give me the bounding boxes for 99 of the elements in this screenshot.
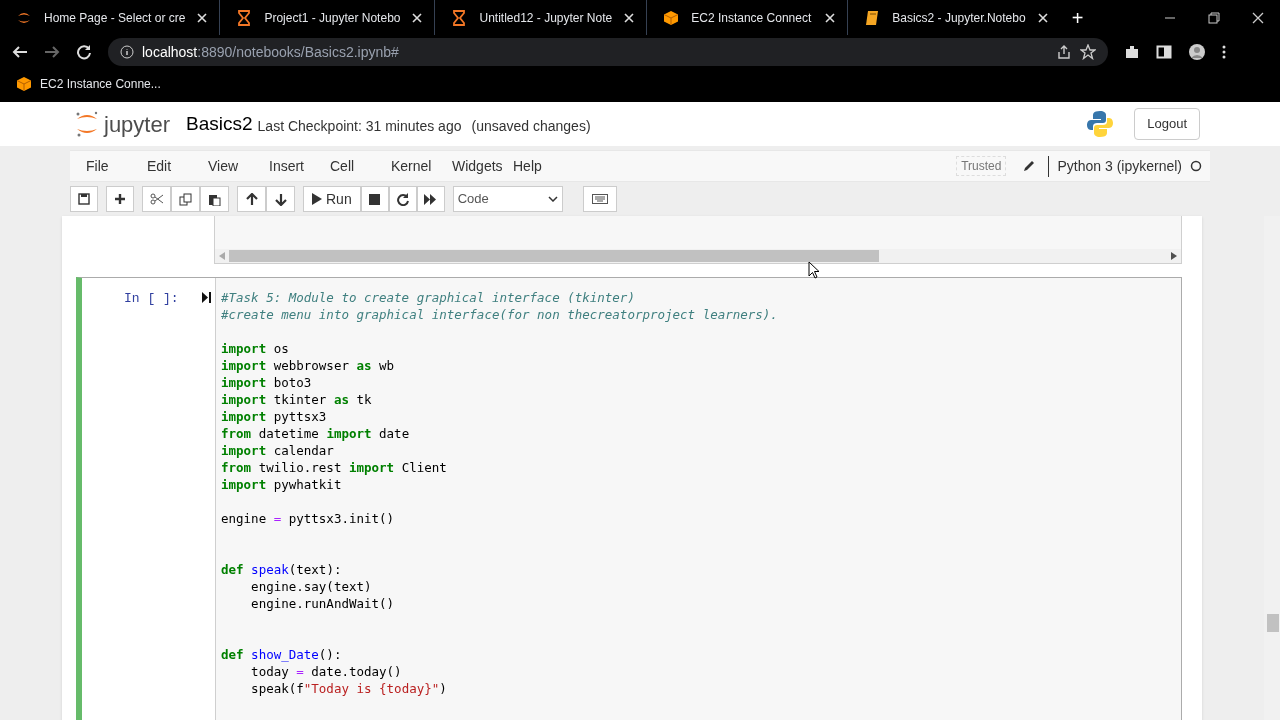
code-line: from datetime import date: [221, 425, 410, 442]
code-line: engine = pyttsx3.init(): [221, 510, 395, 527]
code-line: engine.runAndWait(): [250, 595, 395, 612]
star-icon[interactable]: [1080, 43, 1096, 60]
code-line: import webbrowser as wb: [221, 357, 395, 374]
run-cell-icon[interactable]: [202, 292, 211, 303]
arrow-down-icon: [274, 192, 287, 206]
jupyter-logo-text: jupyter: [104, 110, 171, 139]
stop-icon: [369, 193, 381, 205]
back-icon[interactable]: [12, 43, 28, 60]
share-icon[interactable]: [1056, 43, 1072, 60]
browser-tab[interactable]: Project1 - Jupyter Notebo: [219, 0, 435, 35]
hourglass-icon: [236, 9, 253, 26]
close-tab-icon[interactable]: [197, 12, 208, 23]
menu-item[interactable]: Kernel: [383, 151, 440, 181]
scissors-icon: [149, 193, 164, 205]
code-line: def show_Date():: [221, 646, 342, 663]
browser-tab[interactable]: EC2 Instance Connect: [646, 0, 848, 35]
vertical-scrollbar-thumb[interactable]: [1267, 614, 1279, 632]
play-icon: [312, 193, 322, 205]
close-tab-icon[interactable]: [412, 12, 423, 23]
keyboard-icon: [591, 194, 608, 204]
code-line: engine.say(text): [250, 578, 372, 595]
run-button[interactable]: Run: [303, 186, 361, 212]
new-tab-button[interactable]: +: [1071, 7, 1084, 28]
bookmark[interactable]: EC2 Instance Conne...: [16, 75, 161, 93]
menu-item[interactable]: Cell: [322, 151, 379, 181]
cell-prompt: In [ ]:: [124, 290, 179, 308]
horizontal-scrollbar[interactable]: [215, 249, 1181, 263]
menu-item[interactable]: Widgets: [444, 151, 501, 181]
code-line: today = date.today(): [250, 663, 402, 680]
scroll-right-icon[interactable]: [1171, 252, 1177, 260]
jupyter-logo-icon: [74, 110, 100, 138]
paste-icon: [208, 192, 221, 206]
code-line: import pyttsx3: [221, 408, 327, 425]
restart-button[interactable]: [388, 186, 417, 212]
hourglass-icon: [451, 9, 468, 26]
arrow-up-icon: [245, 192, 258, 206]
keyboard-shortcuts-button[interactable]: [582, 186, 617, 212]
puzzle-icon[interactable]: [1124, 43, 1140, 60]
unsaved-changes-text: (unsaved changes): [471, 117, 591, 136]
add-cell-button[interactable]: [106, 186, 134, 212]
browser-tab[interactable]: Home Page - Select or cre: [0, 0, 220, 35]
browser-tab[interactable]: Untitled12 - Jupyter Note: [434, 0, 647, 35]
menu-item[interactable]: Insert: [261, 151, 318, 181]
restart-icon: [396, 192, 410, 206]
cube-icon: [663, 9, 680, 26]
cut-button[interactable]: [142, 186, 171, 212]
close-icon[interactable]: [1252, 11, 1264, 24]
menu-item[interactable]: Edit: [139, 151, 196, 181]
url-text: localhost:8890/notebooks/Basics2.ipynb#: [142, 42, 399, 62]
copy-icon: [179, 192, 192, 206]
cell-type-dropdown[interactable]: Code: [452, 186, 563, 212]
save-button[interactable]: [70, 186, 98, 212]
kernel-idle-icon: [1190, 160, 1202, 172]
interrupt-button[interactable]: [360, 186, 389, 212]
cube-icon: [16, 76, 32, 92]
sidebar-icon[interactable]: [1156, 43, 1172, 60]
scrollbar-thumb[interactable]: [229, 250, 879, 262]
move-up-button[interactable]: [237, 186, 266, 212]
paste-button[interactable]: [200, 186, 229, 212]
info-icon: [120, 44, 134, 59]
menu-item[interactable]: View: [200, 151, 257, 181]
plus-icon: [114, 193, 126, 205]
chevron-down-icon: [547, 196, 558, 202]
code-line: import boto3: [221, 374, 312, 391]
python-logo-icon: [1086, 110, 1115, 138]
more-icon[interactable]: [1222, 43, 1226, 60]
code-line: #create menu into graphical interface(for non thecreatorproject learners).: [221, 306, 778, 323]
menu-item[interactable]: File: [78, 151, 135, 181]
browser-tab[interactable]: Basics2 - Jupyter.Notebo: [847, 0, 1060, 35]
restore-icon[interactable]: [1208, 11, 1220, 24]
save-icon: [78, 193, 90, 205]
menu-item[interactable]: Help: [505, 151, 562, 181]
address-bar[interactable]: localhost:8890/notebooks/Basics2.ipynb#: [108, 37, 1108, 66]
code-line: from twilio.rest import Client: [221, 459, 447, 476]
code-line: import tkinter as tk: [221, 391, 372, 408]
logout-button[interactable]: Logout: [1134, 108, 1200, 140]
notebook-name[interactable]: Basics2: [186, 109, 253, 139]
code-line: import pywhatkit: [221, 476, 342, 493]
close-tab-icon[interactable]: [624, 12, 635, 23]
book-icon: [864, 9, 881, 26]
run-all-button[interactable]: [416, 186, 445, 212]
forward-icon[interactable]: [44, 43, 60, 60]
checkpoint-text: Last Checkpoint: 31 minutes ago: [257, 117, 462, 136]
profile-icon[interactable]: [1188, 42, 1206, 61]
pencil-icon[interactable]: [1022, 159, 1037, 173]
code-line: def speak(text):: [221, 561, 342, 578]
close-tab-icon[interactable]: [1037, 12, 1048, 23]
code-line: import os: [221, 340, 289, 357]
fast-forward-icon: [424, 193, 438, 205]
trusted-indicator[interactable]: Trusted: [956, 156, 1007, 176]
code-line: speak(f"Today is {today}"): [250, 680, 447, 697]
move-down-button[interactable]: [266, 186, 295, 212]
code-line: import calendar: [221, 442, 334, 459]
kernel-name[interactable]: Python 3 (ipykernel): [1048, 155, 1182, 177]
reload-icon[interactable]: [76, 43, 92, 60]
code-line: #Task 5: Module to create graphical interface (tkinter): [221, 289, 635, 306]
close-tab-icon[interactable]: [825, 12, 836, 23]
